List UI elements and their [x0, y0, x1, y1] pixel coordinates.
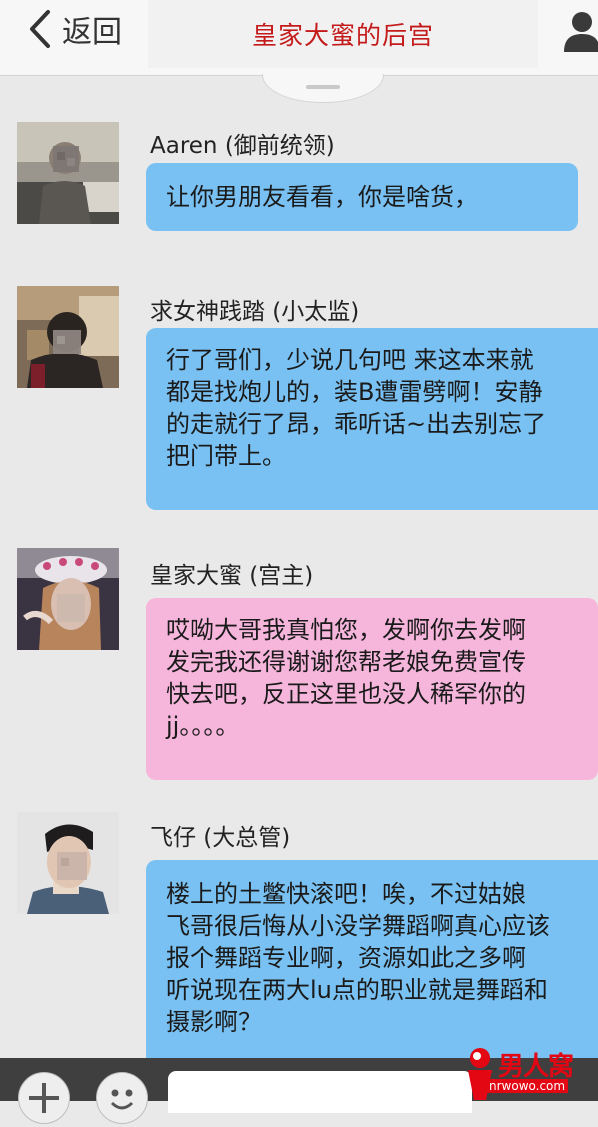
avatar[interactable]	[17, 812, 119, 914]
watermark-url: nrwowo.com	[486, 1079, 569, 1093]
message-text: 摄影啊？	[166, 1008, 262, 1036]
message-text: 飞哥很后悔从小没学舞蹈啊真心应该	[166, 912, 550, 940]
page-title: 皇家大蜜的后宫	[251, 21, 434, 50]
avatar[interactable]	[17, 122, 119, 224]
top-navigation-bar: 返回 皇家大蜜的后宫	[0, 0, 598, 76]
back-button[interactable]: 返回	[24, 6, 122, 52]
message-text: 把门带上。	[166, 442, 286, 470]
sender-name: 皇家大蜜 (宫主)	[150, 563, 314, 589]
sender-name: 求女神践踏 (小太监)	[150, 299, 360, 325]
back-label: 返回	[62, 15, 122, 50]
message-text: jj。。。。	[166, 712, 240, 740]
chevron-left-icon	[24, 9, 58, 49]
person-icon	[564, 12, 598, 52]
message-bubble[interactable]: 让你男朋友看看，你是啥货，	[146, 163, 578, 231]
message-text: 都是找炮儿的，装B遭雷劈啊！安静	[166, 378, 543, 406]
message-text: 行了哥们，少说几句吧 来这本来就	[166, 346, 534, 374]
message-text: 报个舞蹈专业啊，资源如此之多啊	[166, 944, 526, 972]
emoji-button[interactable]	[96, 1072, 148, 1124]
watermark-name: 男人窝	[498, 1052, 574, 1082]
message-text: 哎呦大哥我真怕您，发啊你去发啊	[166, 616, 526, 644]
message-input[interactable]	[168, 1071, 472, 1113]
smiley-icon	[110, 1089, 134, 1110]
page-title-area: 皇家大蜜的后宫	[148, 0, 538, 68]
grip-icon	[306, 85, 340, 89]
profile-button[interactable]	[562, 8, 598, 52]
avatar[interactable]	[17, 548, 119, 650]
message-text: 听说现在两大lu点的职业就是舞蹈和	[166, 976, 548, 1004]
message-text: 楼上的土鳖快滚吧！唉，不过姑娘	[166, 880, 526, 908]
site-watermark-logo: 男人窝 nrwowo.com	[460, 1046, 598, 1101]
sender-name: 飞仔 (大总管)	[150, 825, 291, 851]
message-bubble[interactable]: 行了哥们，少说几句吧 来这本来就 都是找炮儿的，装B遭雷劈啊！安静 的走就行了昂…	[146, 328, 598, 510]
message-text: 让你男朋友看看，你是啥货，	[166, 183, 478, 211]
message-bubble[interactable]: 楼上的土鳖快滚吧！唉，不过姑娘 飞哥很后悔从小没学舞蹈啊真心应该 报个舞蹈专业啊…	[146, 860, 598, 1070]
message-text: 发完我还得谢谢您帮老娘免费宣传	[166, 648, 526, 676]
avatar[interactable]	[17, 286, 119, 388]
add-button[interactable]	[18, 1072, 70, 1124]
message-bubble[interactable]: 哎呦大哥我真怕您，发啊你去发啊 发完我还得谢谢您帮老娘免费宣传 快去吧，反正这里…	[146, 598, 598, 780]
plus-icon	[29, 1083, 59, 1113]
sender-name: Aaren (御前统领)	[150, 133, 335, 159]
pull-down-handle[interactable]	[262, 74, 384, 103]
message-text: 快去吧，反正这里也没人稀罕你的	[166, 680, 526, 708]
message-text: 的走就行了昂，乖听话~出去别忘了	[166, 410, 547, 438]
